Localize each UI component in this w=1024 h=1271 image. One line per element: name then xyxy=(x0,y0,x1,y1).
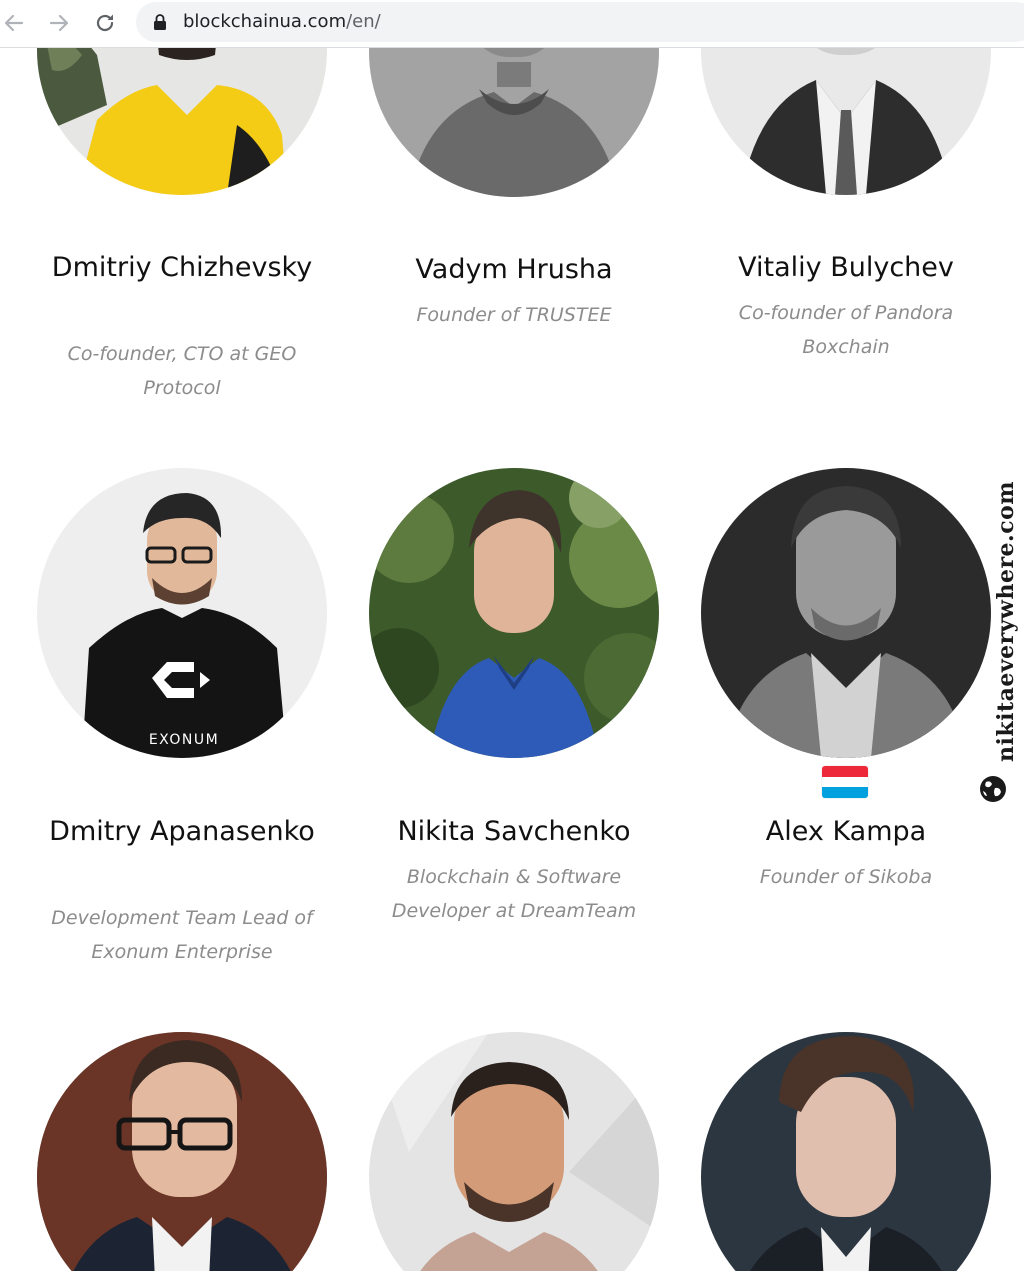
watermark-text: nikitaeverywhere.com xyxy=(993,480,1019,762)
watermark: nikitaeverywhere.com xyxy=(975,462,1019,807)
avatar-photo xyxy=(701,1032,991,1271)
avatar-photo xyxy=(37,48,327,195)
avatar-photo xyxy=(369,1032,659,1271)
url-text[interactable]: blockchainua.com/en/ xyxy=(183,11,381,33)
back-arrow-icon xyxy=(4,14,24,32)
speaker-role: Founder of Sikoba xyxy=(759,866,933,888)
shirt-logo-text: EXONUM xyxy=(149,732,219,748)
speaker-role: Co-founder of Pandora Boxchain xyxy=(738,302,954,358)
address-bar[interactable]: blockchainua.com/en/ xyxy=(136,2,1024,42)
avatar-photo: EXONUM xyxy=(37,468,327,758)
speaker-name: Alex Kampa xyxy=(765,816,927,847)
forward-button[interactable] xyxy=(45,9,73,37)
speakers-section: Dmitriy Chizhevsky Co-founder, CTO at GE… xyxy=(0,48,1024,1271)
avatar-photo xyxy=(369,48,659,197)
back-button[interactable] xyxy=(0,9,28,37)
lock-icon xyxy=(154,14,166,30)
speaker-name: Vitaliy Bulychev xyxy=(738,252,954,283)
url-host: blockchainua.com xyxy=(183,11,347,32)
speaker-name: Nikita Savchenko xyxy=(397,816,631,847)
browser-toolbar: blockchainua.com/en/ xyxy=(0,0,1024,48)
speaker-role: Co-founder, CTO at GEO Protocol xyxy=(67,343,297,399)
speaker-name: Vadym Hrusha xyxy=(415,254,613,285)
avatar-photo xyxy=(37,1032,327,1271)
avatar-photo xyxy=(701,468,991,758)
url-path: /en/ xyxy=(346,11,381,32)
speaker-role: Blockchain & Software Developer at Dream… xyxy=(391,866,637,922)
speaker-name: Dmitry Apanasenko xyxy=(49,816,315,847)
forward-arrow-icon xyxy=(49,14,69,32)
reload-button[interactable] xyxy=(91,9,119,37)
speaker-name: Dmitriy Chizhevsky xyxy=(51,252,313,283)
reload-icon xyxy=(96,14,114,32)
avatar-photo xyxy=(369,468,659,758)
speaker-role: Development Team Lead of Exonum Enterpri… xyxy=(51,907,313,963)
avatar-photo xyxy=(701,48,991,195)
luxembourg-flag xyxy=(822,766,868,798)
globe-icon xyxy=(980,776,1006,802)
speaker-role: Founder of TRUSTEE xyxy=(416,304,612,326)
